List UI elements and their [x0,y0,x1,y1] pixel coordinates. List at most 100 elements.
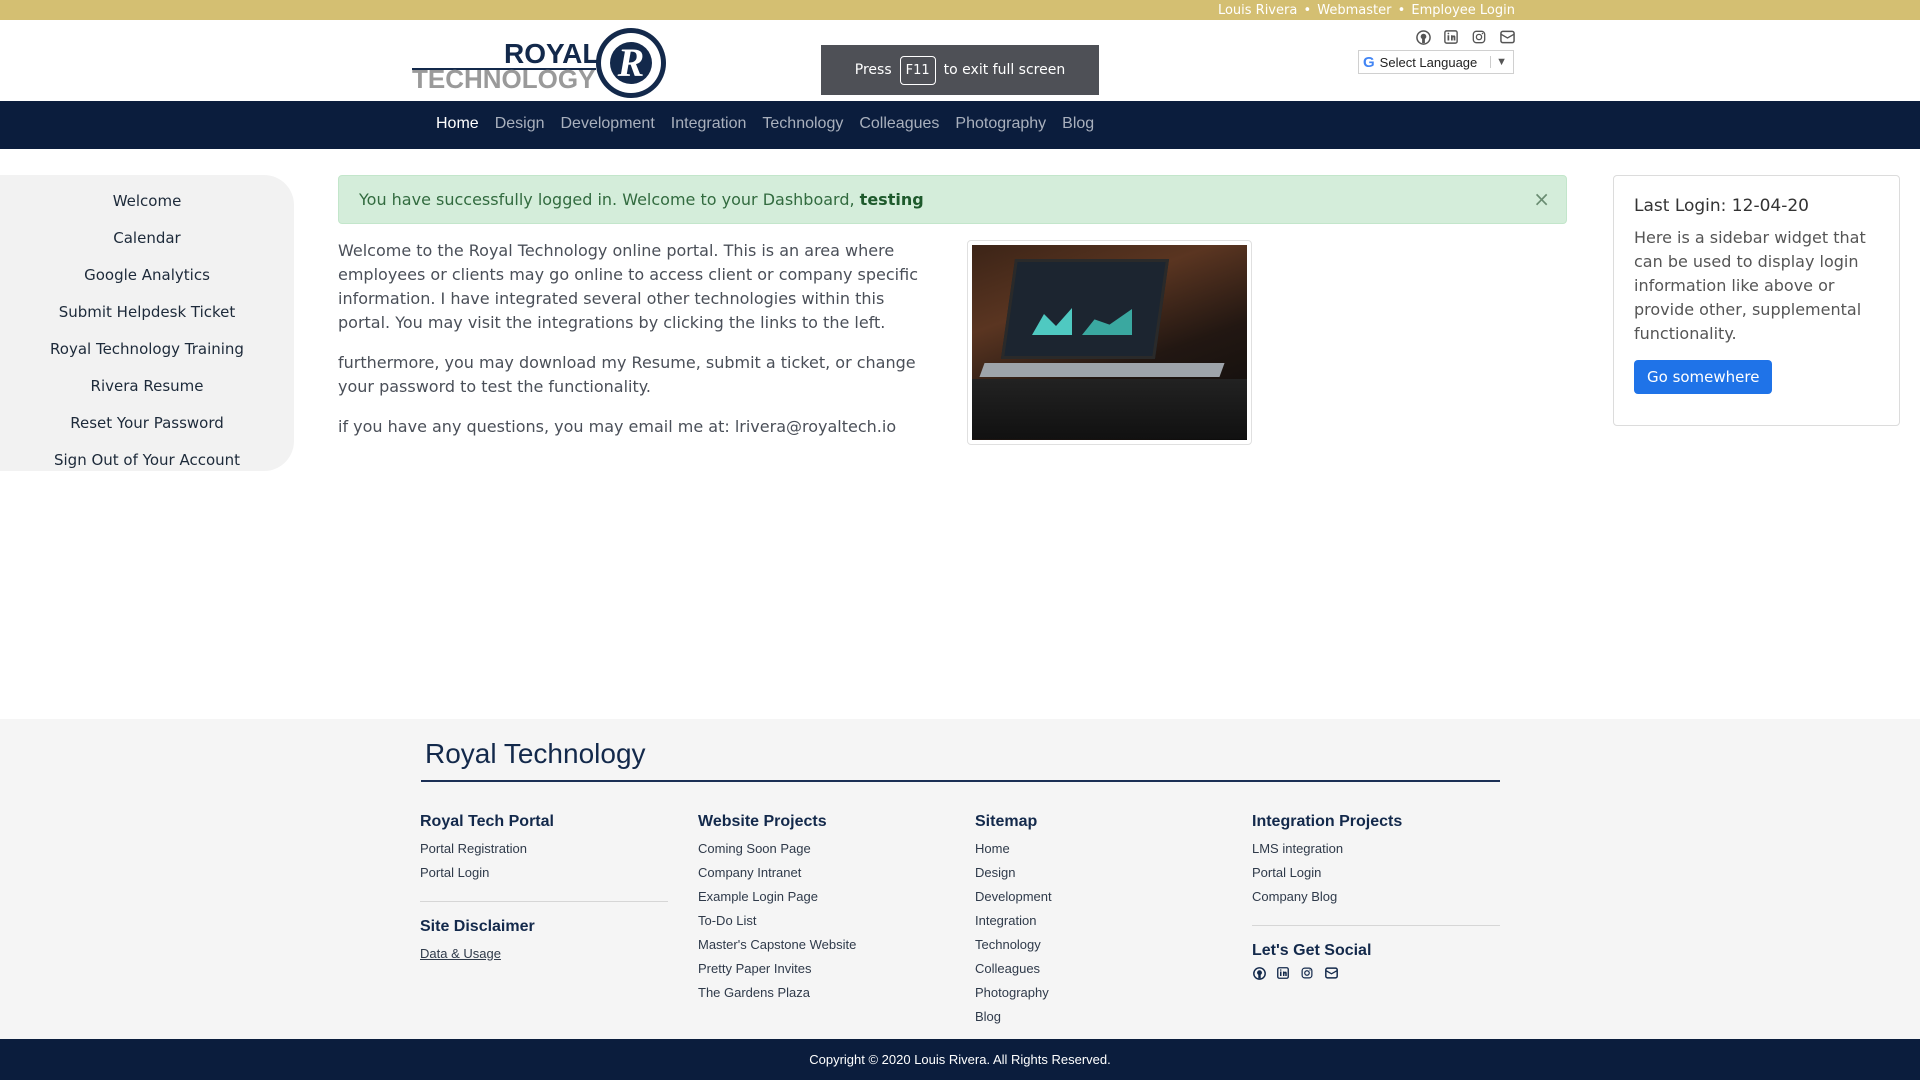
nav-design[interactable]: Design [495,115,545,133]
login-success-alert: You have successfully logged in. Welcome… [338,175,1567,224]
footer-link-integration[interactable]: Company Blog [1252,885,1500,909]
instagram-icon[interactable] [1300,966,1314,980]
sidebar-item-sign-out[interactable]: Sign Out of Your Account [0,442,294,479]
dashboard-sidebar: Welcome Calendar Google Analytics Submit… [0,175,294,471]
site-footer: Royal Technology Royal Tech Portal Porta… [0,719,1920,1039]
sidebar-item-google-analytics[interactable]: Google Analytics [0,257,294,294]
footer-link-sitemap[interactable]: Home [975,837,1223,861]
functionality-paragraph: furthermore, you may download my Resume,… [338,353,916,396]
dashboard-laptop-image [967,240,1252,445]
footer-link-portal-login[interactable]: Portal Login [420,861,668,885]
separator: • [1303,3,1312,18]
nav-development[interactable]: Development [561,115,655,133]
top-link-louis-rivera[interactable]: Louis Rivera [1218,3,1297,18]
github-icon[interactable] [1414,28,1432,46]
nav-colleagues[interactable]: Colleagues [859,115,939,133]
footer-heading-social: Let's Get Social [1252,942,1372,959]
sidebar-item-training[interactable]: Royal Technology Training [0,331,294,368]
footer-link-integration[interactable]: LMS integration [1252,837,1500,861]
footer-social-icons [1252,966,1500,980]
footer-link-project[interactable]: Coming Soon Page [698,837,946,861]
laptop-photo [972,245,1247,440]
widget-description: Here is a sidebar widget that can be use… [1634,228,1866,343]
fullscreen-notice: Press F11 to exit full screen [821,45,1099,95]
google-icon: G [1363,53,1375,71]
chevron-down-icon: ▼ [1490,56,1507,68]
footer-link-sitemap[interactable]: Development [975,885,1223,909]
github-icon[interactable] [1252,966,1266,980]
language-select-label: Select Language [1379,54,1478,70]
mail-icon[interactable] [1324,966,1338,980]
intro-paragraph: Welcome to the Royal Technology online p… [338,241,918,332]
footer-link-sitemap[interactable]: Technology [975,933,1223,957]
footer-link-sitemap[interactable]: Colleagues [975,957,1223,981]
separator: • [1397,3,1406,18]
sidebar-item-reset-password[interactable]: Reset Your Password [0,405,294,442]
footer-link-sitemap[interactable]: Blog [975,1005,1223,1029]
go-somewhere-button[interactable]: Go somewhere [1634,360,1773,394]
footer-divider [421,780,1500,782]
footer-heading-integrations: Integration Projects [1252,813,1403,830]
logo-text-technology: TECHNOLOGY [412,64,596,94]
main-navigation: Home Design Development Integration Tech… [0,101,1920,149]
language-select[interactable]: G Select Language ▼ [1358,50,1514,74]
last-login: Last Login: 12-04-20 [1634,196,1809,216]
footer-col-integrations: Integration Projects LMS integration Por… [1252,813,1500,980]
sidebar-item-welcome[interactable]: Welcome [0,183,294,220]
top-link-employee-login[interactable]: Employee Login [1411,3,1515,18]
nav-integration[interactable]: Integration [671,115,747,133]
logo-emblem-letter: R [610,42,652,84]
footer-link-sitemap[interactable]: Photography [975,981,1223,1005]
footer-heading-portal: Royal Tech Portal [420,813,554,830]
header-social-icons [1414,28,1516,46]
footer-link-project[interactable]: Company Intranet [698,861,946,885]
sidebar-item-resume[interactable]: Rivera Resume [0,368,294,405]
footer-title: Royal Technology [425,738,646,769]
top-links: Louis Rivera • Webmaster • Employee Logi… [1218,3,1515,18]
close-icon[interactable]: × [1533,187,1550,211]
fullscreen-key: F11 [899,55,936,85]
nav-blog[interactable]: Blog [1062,115,1094,133]
copyright-bar: Copyright © 2020 Louis Rivera. All Right… [0,1039,1920,1080]
footer-col-divider [420,901,668,902]
footer-link-project[interactable]: Example Login Page [698,885,946,909]
logo-emblem-icon: R [596,28,666,98]
nav-photography[interactable]: Photography [955,115,1046,133]
footer-link-project[interactable]: Pretty Paper Invites [698,957,946,981]
footer-heading-disclaimer: Site Disclaimer [420,918,535,935]
login-info-widget: Last Login: 12-04-20 Here is a sidebar w… [1613,175,1900,426]
instagram-icon[interactable] [1470,28,1488,46]
footer-link-data-usage[interactable]: Data & Usage [420,942,668,966]
welcome-content: Welcome to the Royal Technology online p… [338,239,938,455]
sidebar-item-calendar[interactable]: Calendar [0,220,294,257]
top-link-webmaster[interactable]: Webmaster [1317,3,1391,18]
footer-heading-sitemap: Sitemap [975,813,1038,830]
footer-link-sitemap[interactable]: Integration [975,909,1223,933]
footer-link-project[interactable]: The Gardens Plaza [698,981,946,1005]
fullscreen-notice-after: to exit full screen [943,62,1066,78]
alert-message: You have successfully logged in. Welcome… [359,190,855,209]
footer-link-portal-registration[interactable]: Portal Registration [420,837,668,861]
alert-username: testing [859,190,924,209]
top-utility-bar: Louis Rivera • Webmaster • Employee Logi… [0,0,1920,20]
fullscreen-notice-before: Press [854,62,892,78]
footer-link-sitemap[interactable]: Design [975,861,1223,885]
mail-icon[interactable] [1498,28,1516,46]
linkedin-icon[interactable] [1442,28,1460,46]
contact-paragraph: if you have any questions, you may email… [338,417,897,436]
footer-link-project[interactable]: Master's Capstone Website [698,933,946,957]
footer-col-sitemap: Sitemap Home Design Development Integrat… [975,813,1223,1029]
footer-link-integration[interactable]: Portal Login [1252,861,1500,885]
footer-col-projects: Website Projects Coming Soon Page Compan… [698,813,946,1005]
footer-col-portal: Royal Tech Portal Portal Registration Po… [420,813,668,966]
footer-col-divider [1252,925,1500,926]
nav-technology[interactable]: Technology [762,115,843,133]
royal-technology-logo[interactable]: ROYAL TECHNOLOGY R [412,28,668,98]
copyright-text: Copyright © 2020 Louis Rivera. All Right… [809,1052,1111,1067]
linkedin-icon[interactable] [1276,966,1290,980]
footer-heading-projects: Website Projects [698,813,827,830]
nav-home[interactable]: Home [436,115,479,133]
footer-link-project[interactable]: To-Do List [698,909,946,933]
sidebar-item-helpdesk-ticket[interactable]: Submit Helpdesk Ticket [0,294,294,331]
site-header: ROYAL TECHNOLOGY R Press F11 to exit ful… [0,20,1920,101]
